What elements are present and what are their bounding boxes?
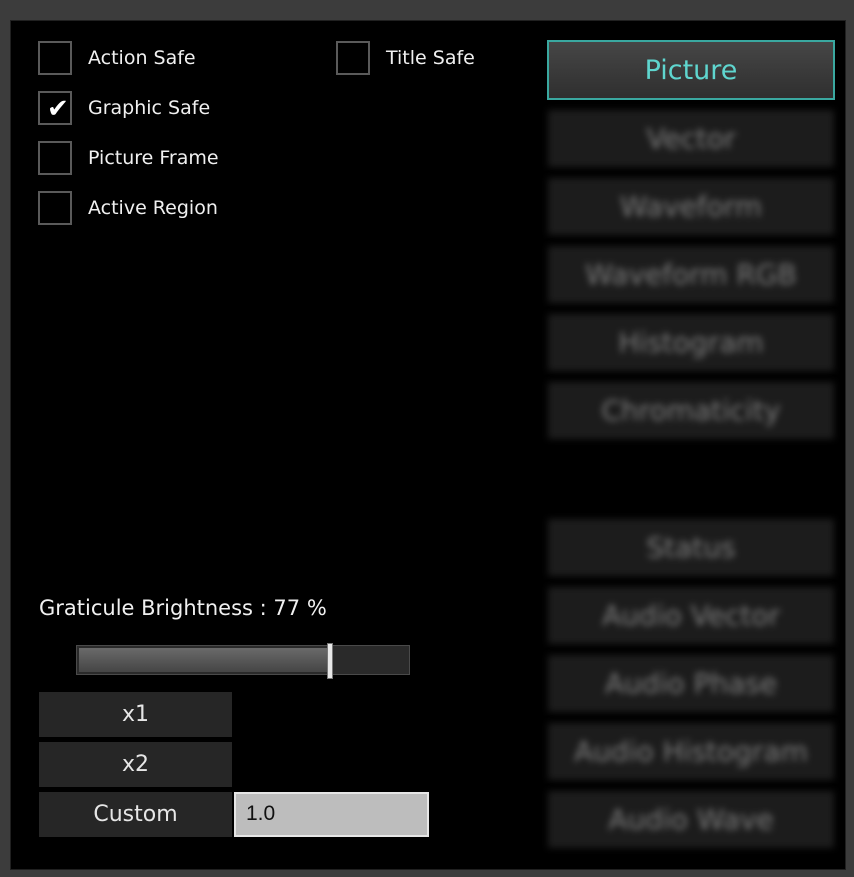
audio-histogram-mode-button[interactable]: Audio Histogram: [548, 723, 834, 780]
audio-wave-mode-button[interactable]: Audio Wave: [548, 791, 834, 848]
active-region-box[interactable]: [38, 191, 72, 225]
graphic-safe-box[interactable]: ✔: [38, 91, 72, 125]
waveform-mode-button[interactable]: Waveform: [548, 178, 834, 235]
histogram-mode-button[interactable]: Histogram: [548, 314, 834, 371]
audio-vector-mode-button[interactable]: Audio Vector: [548, 587, 834, 644]
picture-mode-button[interactable]: Picture: [547, 40, 835, 100]
action-safe-checkbox[interactable]: Action Safe: [38, 41, 196, 75]
graticule-brightness-slider[interactable]: [76, 644, 410, 678]
audio-phase-mode-button[interactable]: Audio Phase: [548, 655, 834, 712]
zoom-x2-button[interactable]: x2: [39, 742, 232, 787]
custom-zoom-input[interactable]: 1.0: [234, 792, 429, 837]
scope-settings-panel: Action Safe Title Safe ✔ Graphic Safe Pi…: [10, 20, 846, 870]
slider-handle[interactable]: [328, 644, 332, 678]
checkmark-icon: ✔: [47, 94, 69, 124]
picture-frame-label: Picture Frame: [88, 147, 219, 169]
picture-frame-box[interactable]: [38, 141, 72, 175]
zoom-custom-button[interactable]: Custom: [39, 792, 232, 837]
slider-fill: [79, 648, 330, 672]
graticule-brightness-label: Graticule Brightness : 77 %: [39, 596, 327, 620]
graphic-safe-label: Graphic Safe: [88, 97, 211, 119]
title-safe-checkbox[interactable]: Title Safe: [336, 41, 475, 75]
graticule-brightness-caption: Graticule Brightness :: [39, 596, 274, 620]
title-safe-label: Title Safe: [386, 47, 475, 69]
action-safe-box[interactable]: [38, 41, 72, 75]
active-region-checkbox[interactable]: Active Region: [38, 191, 218, 225]
title-safe-box[interactable]: [336, 41, 370, 75]
vector-mode-button[interactable]: Vector: [548, 110, 834, 167]
waveform-rgb-mode-button[interactable]: Waveform RGB: [548, 246, 834, 303]
graticule-brightness-value: 77 %: [273, 596, 327, 620]
picture-frame-checkbox[interactable]: Picture Frame: [38, 141, 219, 175]
chromaticity-mode-button[interactable]: Chromaticity: [548, 382, 834, 439]
active-region-label: Active Region: [88, 197, 218, 219]
graphic-safe-checkbox[interactable]: ✔ Graphic Safe: [38, 91, 210, 125]
action-safe-label: Action Safe: [88, 47, 196, 69]
status-mode-button[interactable]: Status: [548, 519, 834, 576]
zoom-x1-button[interactable]: x1: [39, 692, 232, 737]
